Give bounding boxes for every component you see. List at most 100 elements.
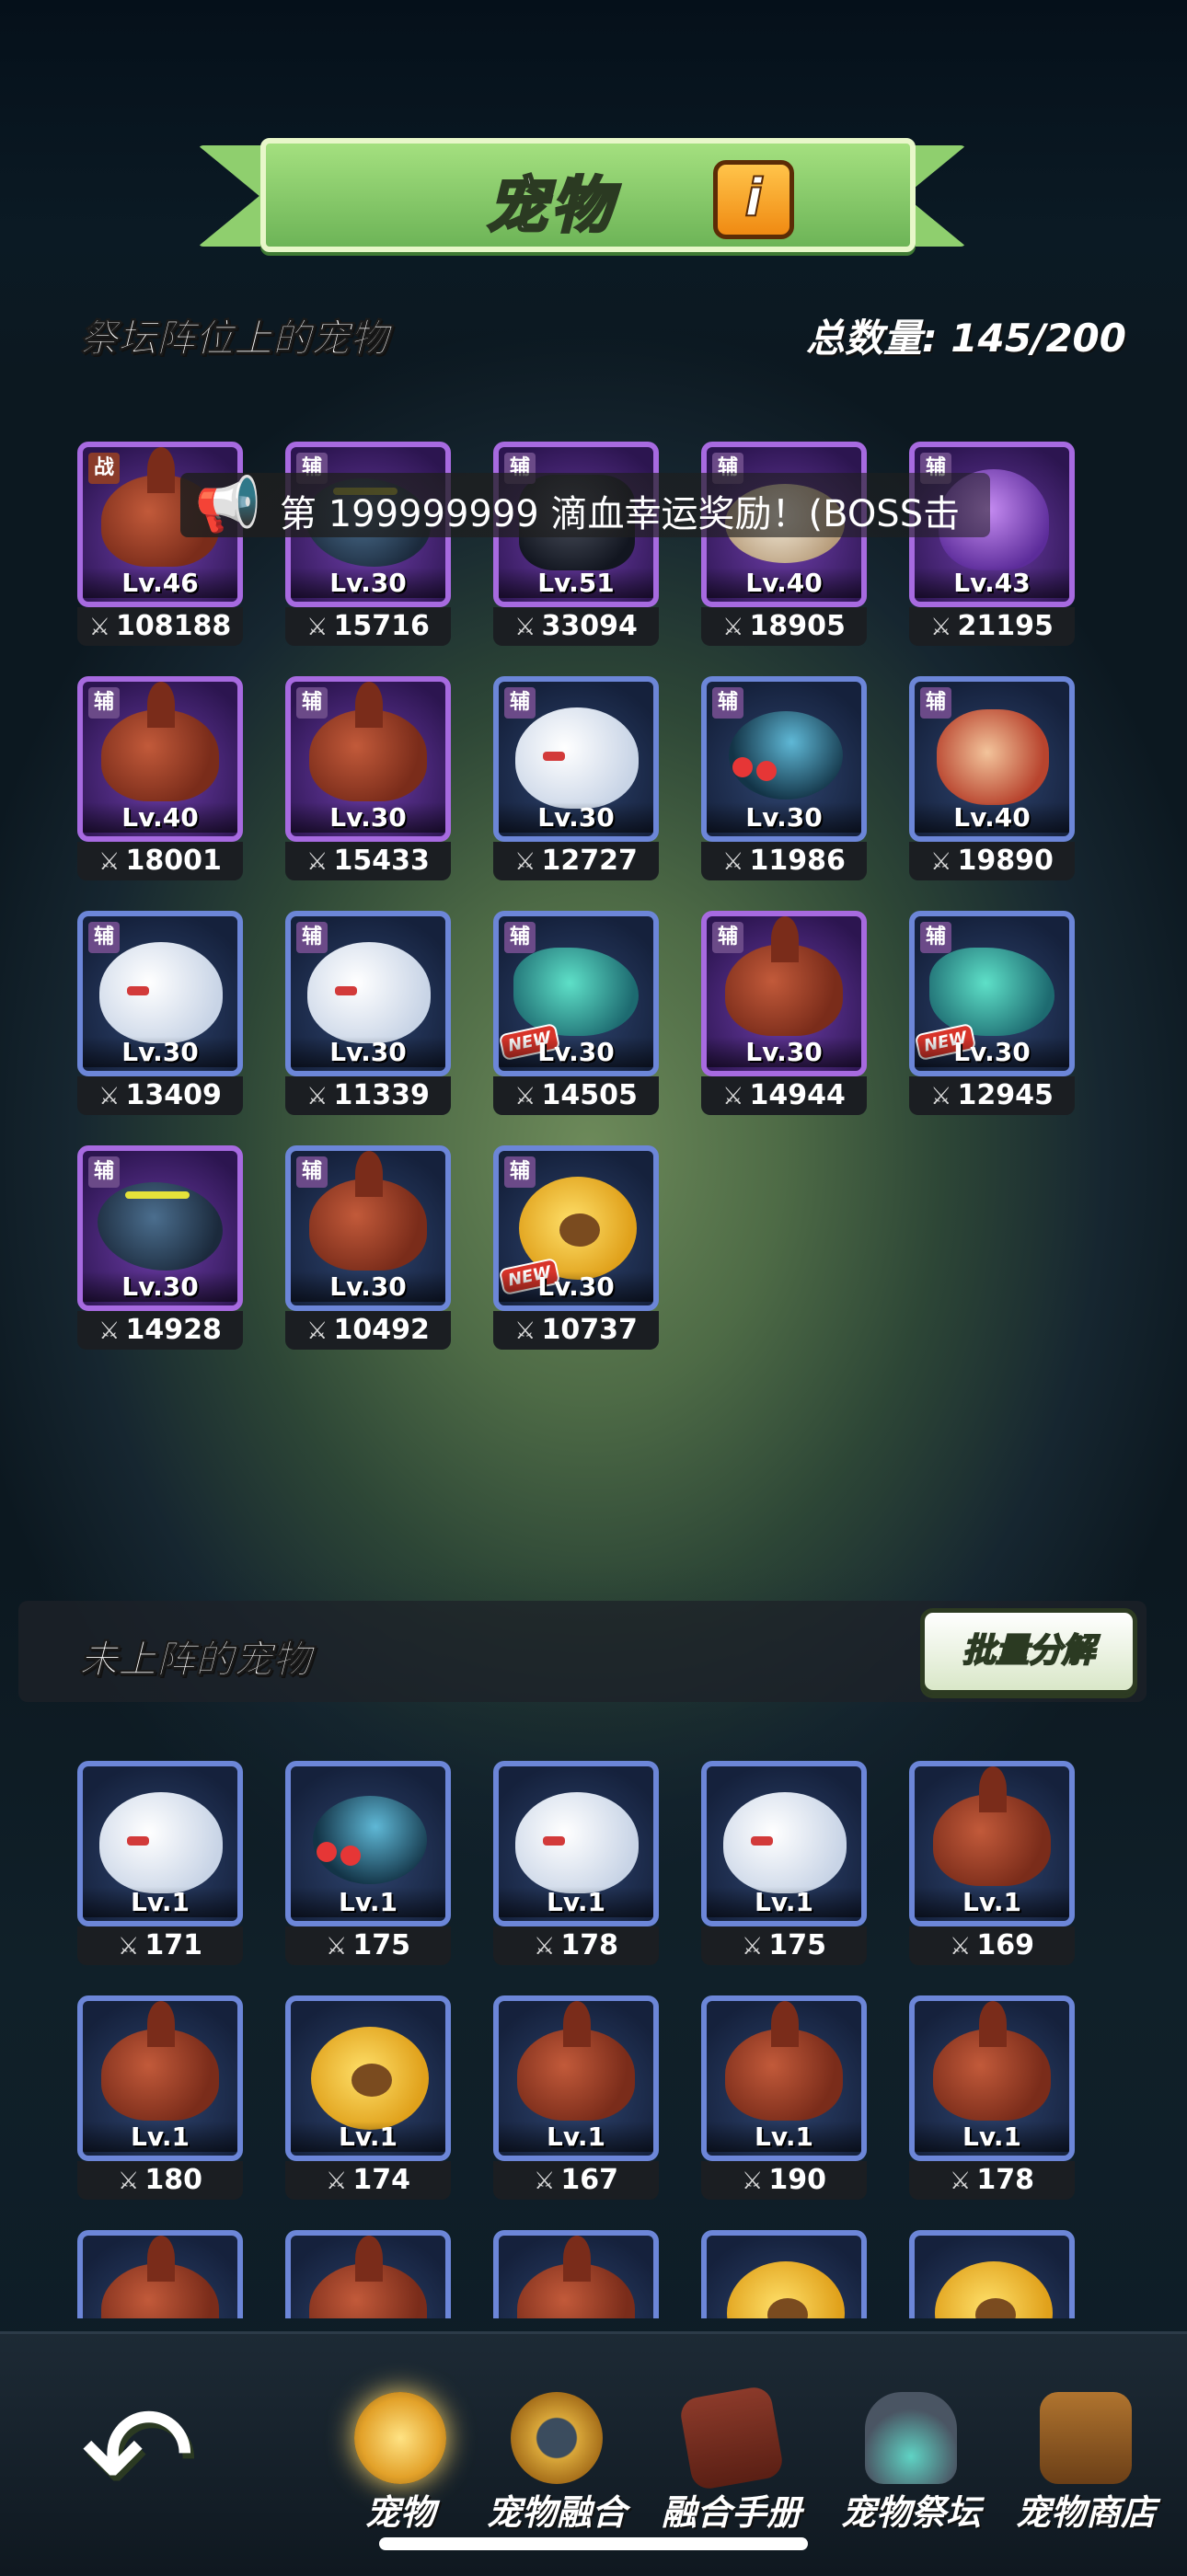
pet-role-badge: 辅 <box>712 922 743 953</box>
pet-portrait: 辅 Lv.30 <box>285 676 451 842</box>
pet-card[interactable]: Lv.1 ⚔ 178 <box>493 1761 659 1969</box>
pet-card[interactable]: 辅 Lv.30 ⚔ 12727 <box>493 676 659 884</box>
pet-card[interactable]: 辅 Lv.40 ⚔ 18001 <box>77 676 243 884</box>
pet-role-badge: 辅 <box>296 1156 328 1188</box>
nav-pet-shop[interactable]: 宠物商店 <box>989 2392 1182 2533</box>
pet-card[interactable]: Lv.1 ⚔ 175 <box>285 1761 451 1969</box>
pet-level: Lv.1 <box>707 1887 861 1917</box>
pet-scorp-icon <box>933 1766 1051 1886</box>
crossed-swords-icon: ⚔ <box>514 848 536 876</box>
pet-power: ⚔ 11986 <box>701 842 867 880</box>
crossed-swords-icon: ⚔ <box>514 1317 536 1345</box>
pet-card[interactable] <box>77 2230 243 2318</box>
pet-level: Lv.46 <box>83 568 237 598</box>
crossed-swords-icon: ⚔ <box>722 848 744 876</box>
pet-level: Lv.1 <box>707 2122 861 2152</box>
pet-power: ⚔ 174 <box>285 2161 451 2200</box>
pet-spider-icon <box>729 711 843 799</box>
pet-card[interactable]: 辅 Lv.30 ⚔ 15433 <box>285 676 451 884</box>
pet-portrait: 辅 Lv.30 <box>77 911 243 1076</box>
pet-power-value: 175 <box>352 1929 410 1961</box>
pet-card[interactable]: Lv.1 ⚔ 178 <box>909 1995 1075 2203</box>
info-button[interactable]: i <box>713 160 794 239</box>
pet-role-badge: 辅 <box>296 687 328 719</box>
pet-card[interactable] <box>493 2230 659 2318</box>
pet-portrait <box>285 2230 451 2318</box>
pet-level: Lv.40 <box>83 802 237 833</box>
pet-role-badge: 辅 <box>88 922 120 953</box>
pet-card[interactable]: Lv.1 ⚔ 180 <box>77 1995 243 2203</box>
pet-scorp-icon <box>517 2236 635 2318</box>
pet-card[interactable]: 辅NEWLv.30⚔10737 <box>493 1145 659 1353</box>
pet-role-badge: 辅 <box>712 687 743 719</box>
pet-power: ⚔ 175 <box>285 1926 451 1965</box>
crossed-swords-icon: ⚔ <box>930 1083 952 1110</box>
pet-card[interactable]: 辅 Lv.30 ⚔ 11986 <box>701 676 867 884</box>
back-arrow-icon[interactable]: ↶ <box>64 2387 212 2525</box>
pet-power-value: 18905 <box>749 610 846 642</box>
pet-role-badge: 辅 <box>88 687 120 719</box>
pet-bee-icon <box>935 2261 1053 2318</box>
pet-level: Lv.1 <box>83 2122 237 2152</box>
pet-card[interactable]: Lv.1 ⚔ 167 <box>493 1995 659 2203</box>
pet-power-value: 169 <box>976 1929 1034 1961</box>
pet-card[interactable]: Lv.1 ⚔ 175 <box>701 1761 867 1969</box>
nav-fusion-handbook[interactable]: 融合手册 <box>635 2385 828 2533</box>
pet-card[interactable]: 辅NEWLv.30⚔14505 <box>493 911 659 1119</box>
pet-card[interactable]: Lv.1 ⚔ 171 <box>77 1761 243 1969</box>
pet-power-value: 180 <box>144 2164 202 2196</box>
pet-card[interactable]: 辅 Lv.30 ⚔ 14944 <box>701 911 867 1119</box>
pet-card[interactable]: 辅 Lv.30 ⚔ 13409 <box>77 911 243 1119</box>
fusion-icon <box>511 2392 603 2484</box>
crossed-swords-icon: ⚔ <box>534 2168 556 2195</box>
pet-power-value: 10492 <box>333 1314 430 1346</box>
pet-power: ⚔ 12945 <box>909 1076 1075 1115</box>
pet-card[interactable]: Lv.1 ⚔ 169 <box>909 1761 1075 1969</box>
crossed-swords-icon: ⚔ <box>514 1083 536 1110</box>
pet-power: ⚔ 175 <box>701 1926 867 1965</box>
pet-coin-icon <box>354 2392 446 2484</box>
reward-toast: 📢 第 199999999 滴血幸运奖励！(BOSS击 <box>180 473 990 537</box>
pet-total-count: 总数量: 145/200 <box>805 316 1126 361</box>
pet-card[interactable] <box>285 2230 451 2318</box>
pet-power-value: 108188 <box>116 610 232 642</box>
nav-pet-fusion[interactable]: 宠物融合 <box>460 2392 653 2533</box>
pet-card[interactable]: 辅 Lv.40 ⚔ 19890 <box>909 676 1075 884</box>
pet-card[interactable]: 辅 Lv.30 ⚔ 14928 <box>77 1145 243 1353</box>
crossed-swords-icon: ⚔ <box>930 614 952 641</box>
pet-card[interactable]: Lv.1 ⚔ 190 <box>701 1995 867 2203</box>
pet-power: ⚔ 11339 <box>285 1076 451 1115</box>
pet-card[interactable]: 辅NEWLv.30⚔12945 <box>909 911 1075 1119</box>
pet-role-badge: 辅 <box>504 1156 536 1188</box>
pet-scorp-icon <box>725 2001 843 2121</box>
crossed-swords-icon: ⚔ <box>514 614 536 641</box>
pet-power-value: 11339 <box>333 1079 430 1111</box>
pet-level: Lv.30 <box>291 1271 445 1302</box>
pet-portrait: 辅NEWLv.30 <box>493 911 659 1076</box>
pet-portrait: Lv.1 <box>285 1761 451 1926</box>
nav-pet-altar[interactable]: 宠物祭坛 <box>814 2392 1008 2533</box>
pet-dwarf-icon <box>937 709 1049 805</box>
pet-portrait: 辅NEWLv.30 <box>493 1145 659 1311</box>
pet-card[interactable] <box>909 2230 1075 2318</box>
crossed-swords-icon: ⚔ <box>950 2168 972 2195</box>
pet-card[interactable]: 辅 Lv.30 ⚔ 10492 <box>285 1145 451 1353</box>
pet-scorp-icon <box>309 682 427 801</box>
megaphone-icon: 📢 <box>194 473 262 535</box>
crossed-swords-icon: ⚔ <box>306 614 328 641</box>
pet-card[interactable]: 辅 Lv.30 ⚔ 11339 <box>285 911 451 1119</box>
pet-power: ⚔ 169 <box>909 1926 1075 1965</box>
pet-role-badge: 战 <box>88 453 120 484</box>
pet-power: ⚔ 18001 <box>77 842 243 880</box>
batch-decompose-button[interactable]: 批量分解 <box>920 1608 1137 1695</box>
pet-scorp-icon <box>309 2236 427 2318</box>
pet-card[interactable] <box>701 2230 867 2318</box>
pet-portrait <box>909 2230 1075 2318</box>
pet-power-value: 178 <box>976 2164 1034 2196</box>
pet-level: Lv.1 <box>915 1887 1069 1917</box>
pet-card[interactable]: Lv.1 ⚔ 174 <box>285 1995 451 2203</box>
pet-power: ⚔ 178 <box>909 2161 1075 2200</box>
nav-label: 宠物融合 <box>486 2492 627 2533</box>
pet-power: ⚔ 10492 <box>285 1311 451 1350</box>
pet-scorp-icon <box>101 2001 219 2121</box>
